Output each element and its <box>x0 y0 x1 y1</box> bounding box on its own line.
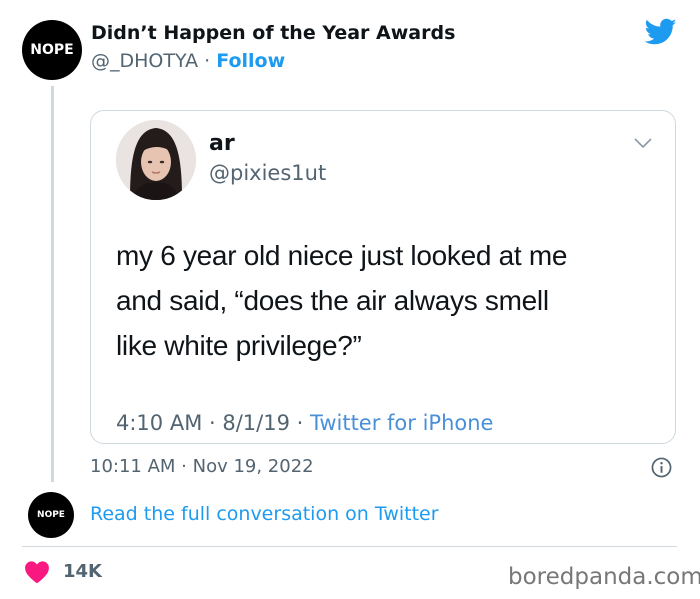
chevron-down-icon[interactable] <box>634 137 652 149</box>
quoted-author-avatar[interactable] <box>116 120 196 200</box>
info-icon[interactable] <box>651 457 672 478</box>
author-name[interactable]: Didn’t Happen of the Year Awards <box>91 22 455 44</box>
quoted-text-line: and said, “does the air always smell <box>116 285 549 316</box>
follow-button[interactable]: Follow <box>216 50 285 72</box>
author-handle-row: @_DHOTYA · Follow <box>91 50 285 72</box>
conversation-avatar[interactable]: NOPE <box>28 492 74 538</box>
quoted-tweet-meta: 4:10 AM · 8/1/19 · Twitter for iPhone <box>116 411 493 435</box>
heart-icon[interactable] <box>24 560 50 584</box>
quoted-tweet-card[interactable]: ar @pixies1ut my 6 year old niece just l… <box>90 110 676 444</box>
quoted-tweet-text: my 6 year old niece just looked at me an… <box>116 233 661 368</box>
twitter-bird-icon[interactable] <box>645 18 677 46</box>
handle-separator: · <box>198 50 217 72</box>
quoted-source-link[interactable]: Twitter for iPhone <box>310 411 494 435</box>
quoted-author-name[interactable]: ar <box>209 131 235 156</box>
portrait-image <box>116 120 196 200</box>
author-avatar[interactable]: NOPE <box>22 20 82 80</box>
tweet-timestamp[interactable]: 10:11 AM · Nov 19, 2022 <box>90 456 314 477</box>
thread-line <box>51 86 54 482</box>
quoted-timestamp[interactable]: 4:10 AM · 8/1/19 · <box>116 411 310 435</box>
read-conversation-link[interactable]: Read the full conversation on Twitter <box>90 503 439 525</box>
quoted-text-line: my 6 year old niece just looked at me <box>116 240 568 271</box>
watermark: boredpanda.com <box>508 564 700 590</box>
quoted-author-handle[interactable]: @pixies1ut <box>209 161 326 185</box>
divider <box>22 546 677 547</box>
like-count[interactable]: 14K <box>63 561 102 582</box>
quoted-text-line: like white privilege?” <box>116 330 362 361</box>
author-handle[interactable]: @_DHOTYA <box>91 50 198 72</box>
